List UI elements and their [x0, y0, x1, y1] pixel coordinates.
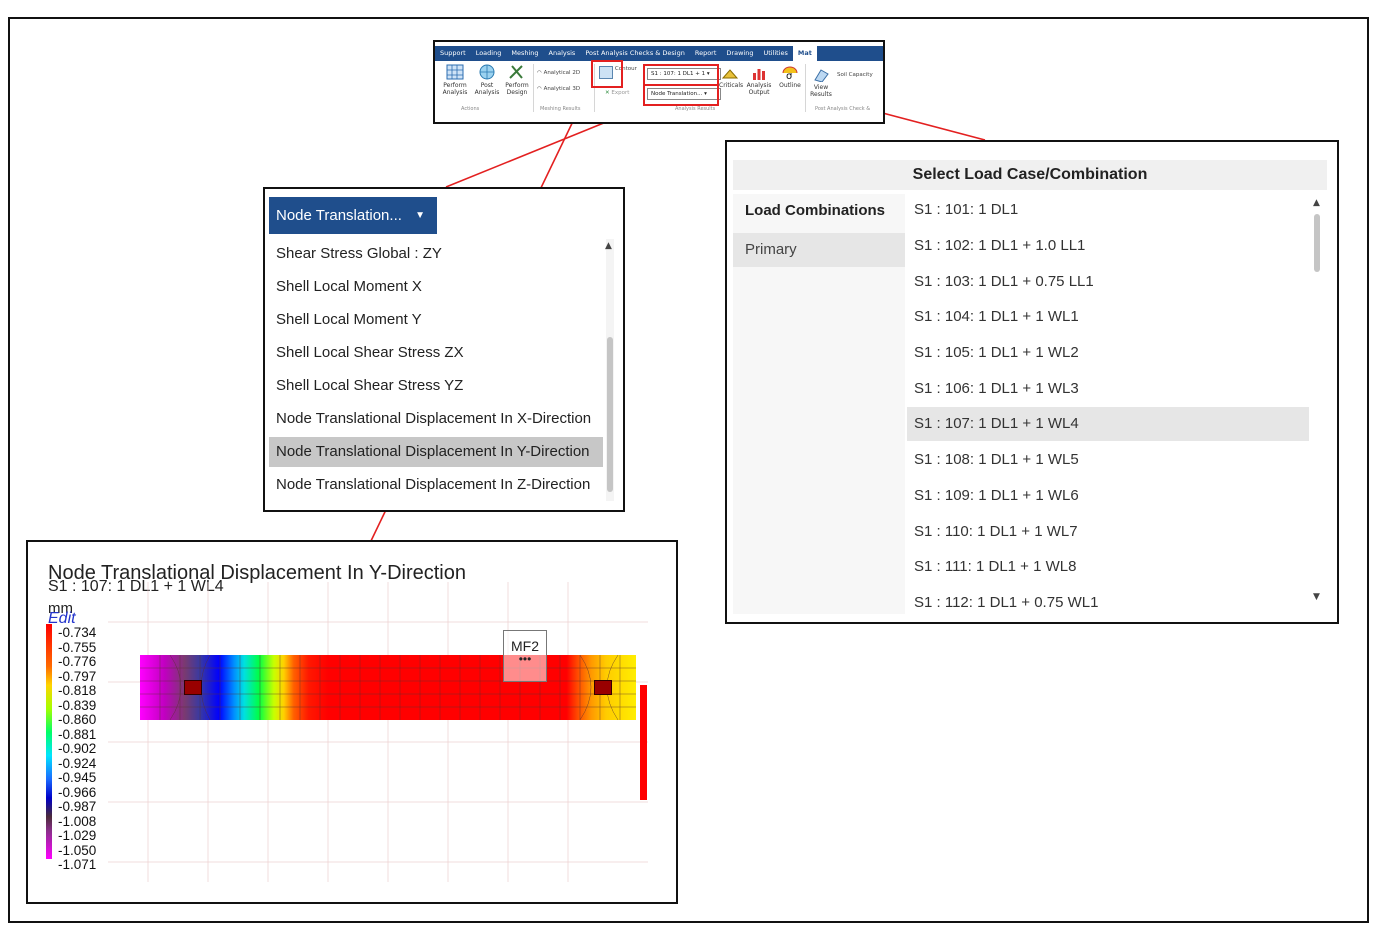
tab-post-analysis[interactable]: Post Analysis Checks & Design: [580, 46, 690, 61]
legend-value: -0.924: [58, 755, 97, 771]
legend-value: -0.987: [58, 799, 97, 814]
load-combo-highlight: [643, 64, 719, 86]
outline-sigma-icon: σ: [782, 66, 798, 80]
group-post-analysis-label: Post Analysis Check &: [815, 106, 871, 112]
load-case-item[interactable]: S1 : 105: 1 DL1 + 1 WL2: [907, 336, 1309, 370]
ribbon-tabbar: Support Loading Meshing Analysis Post An…: [435, 46, 883, 61]
legend-color-bar: [46, 624, 52, 859]
export-button[interactable]: ✕ Export: [605, 90, 639, 97]
legend-value: -1.008: [58, 813, 97, 829]
dropdown-item[interactable]: Node Translational Displacement In X-Dir…: [269, 404, 603, 434]
dropdown-item[interactable]: Shell Local Shear Stress ZX: [269, 338, 603, 368]
contour-plot-panel: Node Translational Displacement In Y-Dir…: [26, 540, 678, 904]
criticals-icon: [722, 69, 738, 79]
column-support-right[interactable]: [594, 680, 612, 695]
legend-value: -1.050: [58, 842, 97, 858]
load-case-title: Select Load Case/Combination: [733, 160, 1327, 190]
mat-contour-mesh[interactable]: [140, 655, 636, 720]
legend-value: -0.734: [58, 625, 97, 640]
dropdown-item[interactable]: Shell Local Moment X: [269, 272, 603, 302]
result-type-dropdown-header[interactable]: Node Translation... ▼: [269, 197, 437, 234]
group-analysis-results-label: Analysis Results: [675, 106, 716, 112]
dropdown-item[interactable]: Shear Stress Global : ZY: [269, 239, 603, 269]
load-case-item[interactable]: S1 : 111: 1 DL1 + 1 WL8: [907, 550, 1309, 584]
dropdown-item[interactable]: Shell Local Moment Y: [269, 305, 603, 335]
legend-value: -0.818: [58, 683, 97, 698]
legend-value: -0.902: [58, 741, 97, 756]
tab-meshing[interactable]: Meshing: [506, 46, 543, 61]
soil-capacity-button[interactable]: Soil Capacity: [837, 72, 881, 79]
tab-drawing[interactable]: Drawing: [721, 46, 758, 61]
scroll-up-icon[interactable]: ▲: [605, 241, 612, 251]
elevation-indicator-bar: [640, 685, 647, 800]
view-results-button[interactable]: View Results: [807, 68, 835, 98]
legend-value: -1.071: [58, 857, 97, 872]
load-case-item[interactable]: S1 : 112: 1 DL1 + 0.75 WL1: [907, 586, 1309, 620]
scroll-up-icon[interactable]: ▲: [1313, 198, 1320, 208]
legend-value: -0.776: [58, 654, 97, 669]
ribbon-divider: [533, 64, 534, 112]
mesh-grid: [140, 655, 636, 720]
analytical-3d-button[interactable]: ◠ Analytical 3D: [537, 86, 593, 93]
bar-chart-icon: [753, 69, 765, 80]
grid-analysis-icon: [446, 64, 464, 80]
scroll-down-icon[interactable]: ▼: [1313, 592, 1320, 602]
more-options-icon[interactable]: •••: [504, 653, 546, 665]
tab-analysis[interactable]: Analysis: [544, 46, 581, 61]
post-analysis-button[interactable]: Post Analysis: [473, 64, 501, 96]
background-grid: [108, 582, 648, 882]
legend-value: -0.945: [58, 770, 97, 785]
load-case-panel: Select Load Case/Combination Load Combin…: [725, 140, 1339, 624]
load-case-item[interactable]: S1 : 101: 1 DL1: [907, 193, 1309, 227]
mf2-label-card[interactable]: MF2 •••: [503, 630, 547, 682]
legend-value: -0.755: [58, 639, 97, 655]
load-case-item-selected[interactable]: S1 : 107: 1 DL1 + 1 WL4: [907, 407, 1309, 441]
category-load-combinations[interactable]: Load Combinations: [733, 194, 905, 228]
tab-loading[interactable]: Loading: [471, 46, 507, 61]
legend-value: -0.860: [58, 712, 97, 727]
outline-button[interactable]: σ Outline: [776, 66, 804, 89]
dropdown-item[interactable]: Shell Local Shear Stress YZ: [269, 371, 603, 401]
legend-value: -0.966: [58, 784, 97, 800]
tab-report[interactable]: Report: [690, 46, 722, 61]
legend-value: -1.029: [58, 828, 97, 843]
contour-highlight: [591, 60, 623, 88]
dropdown-item[interactable]: Node Translational Displacement In Z-Dir…: [269, 470, 603, 500]
load-case-item[interactable]: S1 : 103: 1 DL1 + 0.75 LL1: [907, 265, 1309, 299]
load-case-item[interactable]: S1 : 102: 1 DL1 + 1.0 LL1: [907, 229, 1309, 263]
criticals-button[interactable]: Criticals: [719, 68, 743, 89]
result-type-dropdown: Node Translation... ▼ Shear Stress Globa…: [263, 187, 625, 512]
dropdown-scroll-thumb[interactable]: [607, 337, 613, 492]
load-case-item[interactable]: S1 : 108: 1 DL1 + 1 WL5: [907, 443, 1309, 477]
chevron-down-icon: ▼: [415, 210, 425, 221]
legend-value: -0.797: [58, 668, 97, 684]
globe-icon: [479, 64, 495, 80]
legend-value: -0.881: [58, 726, 97, 742]
view-results-icon: [814, 69, 829, 82]
load-case-item[interactable]: S1 : 106: 1 DL1 + 1 WL3: [907, 372, 1309, 406]
load-case-scroll-thumb[interactable]: [1314, 214, 1320, 272]
category-primary[interactable]: Primary: [733, 233, 905, 267]
design-tools-icon: [509, 65, 523, 79]
dropdown-item-selected[interactable]: Node Translational Displacement In Y-Dir…: [269, 437, 603, 467]
analysis-output-button[interactable]: Analysis Output: [745, 66, 773, 96]
svg-text:σ: σ: [786, 71, 793, 80]
tab-support[interactable]: Support: [435, 46, 471, 61]
perform-analysis-button[interactable]: Perform Analysis: [441, 64, 469, 96]
ribbon-toolbar: Support Loading Meshing Analysis Post An…: [433, 40, 885, 124]
tab-utilities[interactable]: Utilities: [758, 46, 792, 61]
legend-value: -0.839: [58, 697, 97, 713]
tab-mat[interactable]: Mat: [792, 46, 817, 61]
load-case-item[interactable]: S1 : 109: 1 DL1 + 1 WL6: [907, 479, 1309, 513]
load-case-item[interactable]: S1 : 104: 1 DL1 + 1 WL1: [907, 300, 1309, 334]
group-meshing-results-label: Meshing Results: [540, 106, 581, 112]
ribbon-divider: [805, 64, 806, 112]
column-support-left[interactable]: [184, 680, 202, 695]
load-case-item[interactable]: S1 : 110: 1 DL1 + 1 WL7: [907, 515, 1309, 549]
analytical-2d-button[interactable]: ◠ Analytical 2D: [537, 70, 593, 77]
perform-design-button[interactable]: Perform Design: [503, 64, 531, 96]
group-actions-label: Actions: [461, 106, 480, 112]
result-type-highlight: [643, 84, 719, 106]
